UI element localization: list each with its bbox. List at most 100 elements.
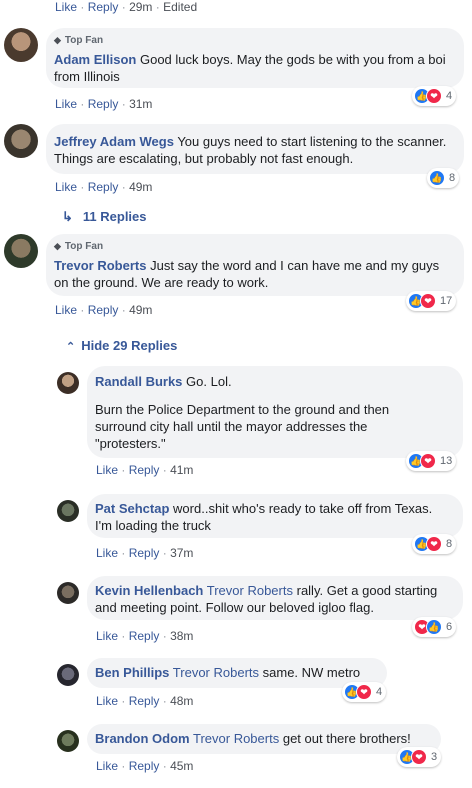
timestamp: 37m <box>170 546 194 560</box>
avatar[interactable] <box>57 500 79 522</box>
reply-text: Ben Phillips Trevor Roberts same. NW met… <box>95 664 360 681</box>
reply-bubble: Randall Burks Go. Lol. Burn the Police D… <box>87 366 463 458</box>
reaction-count: 8 <box>449 172 456 184</box>
author-name[interactable]: Pat Sehctap <box>95 501 169 516</box>
comment-text: Trevor Roberts Just say the word and I c… <box>54 257 454 291</box>
like-icon: 👍 <box>429 170 445 186</box>
like-link[interactable]: Like <box>96 463 118 477</box>
timestamp: 38m <box>170 629 194 643</box>
reaction-count: 17 <box>440 295 453 307</box>
timestamp: 31m <box>129 97 153 111</box>
reaction-count: 13 <box>440 455 453 467</box>
reaction-count: 4 <box>376 686 383 698</box>
reply-link[interactable]: Reply <box>129 694 160 708</box>
top-comment-meta: Like · Reply · 29m · Edited <box>55 0 198 14</box>
reaction-summary[interactable]: 👍 ❤ 8 <box>412 534 457 554</box>
heart-icon: ❤ <box>426 536 442 552</box>
reaction-summary[interactable]: 👍 ❤ 17 <box>406 291 457 311</box>
author-name[interactable]: Randall Burks <box>95 374 182 389</box>
reply-bubble: Brandon Odom Trevor Roberts get out ther… <box>87 724 441 754</box>
heart-icon: ❤ <box>356 684 372 700</box>
reply-link[interactable]: Reply <box>88 0 119 14</box>
reply-meta: Like · Reply · 38m <box>96 629 194 643</box>
reaction-count: 3 <box>431 751 438 763</box>
reply-bubble: Pat Sehctap word..shit who's ready to ta… <box>87 494 463 538</box>
hide-replies-link[interactable]: ⌃ Hide 29 Replies <box>66 338 177 353</box>
reply-text: Kevin Hellenbach Trevor Roberts rally. G… <box>95 582 455 616</box>
reply-link[interactable]: Reply <box>129 546 160 560</box>
comment-bubble: Top Fan Trevor Roberts Just say the word… <box>46 234 464 296</box>
chevron-up-icon: ⌃ <box>66 341 76 353</box>
like-link[interactable]: Like <box>96 759 118 773</box>
reaction-summary[interactable]: 👍 ❤ 3 <box>397 747 442 767</box>
author-name[interactable]: Brandon Odom <box>95 731 190 746</box>
reply-link[interactable]: Reply <box>88 303 119 317</box>
timestamp: 41m <box>170 463 194 477</box>
avatar[interactable] <box>57 372 79 394</box>
view-replies-link[interactable]: ↳ 11 Replies <box>62 209 147 225</box>
reply-link[interactable]: Reply <box>88 97 119 111</box>
reaction-count: 8 <box>446 538 453 550</box>
author-name[interactable]: Adam Ellison <box>54 52 136 67</box>
reply-text: Brandon Odom Trevor Roberts get out ther… <box>95 730 411 747</box>
author-name[interactable]: Kevin Hellenbach <box>95 583 203 598</box>
comment-text: Jeffrey Adam Wegs You guys need to start… <box>54 133 456 167</box>
reaction-summary[interactable]: 👍 ❤ 13 <box>406 451 457 471</box>
comment-meta: Like · Reply · 31m <box>55 97 153 111</box>
reaction-count: 6 <box>446 621 453 633</box>
reply-link[interactable]: Reply <box>129 629 160 643</box>
heart-icon: ❤ <box>411 749 427 765</box>
reply-link[interactable]: Reply <box>129 759 160 773</box>
like-icon: 👍 <box>426 619 442 635</box>
reaction-summary[interactable]: 👍 8 <box>427 168 460 188</box>
reply-link[interactable]: Reply <box>88 180 119 194</box>
like-link[interactable]: Like <box>96 546 118 560</box>
mention-tag[interactable]: Trevor Roberts <box>207 583 293 598</box>
avatar[interactable] <box>57 730 79 752</box>
timestamp: 45m <box>170 759 194 773</box>
reply-meta: Like · Reply · 48m <box>96 694 194 708</box>
avatar[interactable] <box>4 234 38 268</box>
like-link[interactable]: Like <box>55 0 77 14</box>
avatar[interactable] <box>57 582 79 604</box>
top-fan-badge: Top Fan <box>54 241 103 252</box>
reaction-summary[interactable]: 👍 ❤ 4 <box>412 86 457 106</box>
timestamp: 49m <box>129 303 153 317</box>
author-name[interactable]: Jeffrey Adam Wegs <box>54 134 174 149</box>
heart-icon: ❤ <box>420 293 436 309</box>
reaction-summary[interactable]: ❤ 👍 6 <box>412 617 457 637</box>
like-link[interactable]: Like <box>55 303 77 317</box>
edited-label: Edited <box>163 0 198 14</box>
mention-tag[interactable]: Trevor Roberts <box>193 731 279 746</box>
reply-bubble: Kevin Hellenbach Trevor Roberts rally. G… <box>87 576 463 620</box>
timestamp: 49m <box>129 180 153 194</box>
avatar[interactable] <box>57 664 79 686</box>
author-name[interactable]: Ben Phillips <box>95 665 169 680</box>
reaction-count: 4 <box>446 90 453 102</box>
timestamp: 48m <box>170 694 194 708</box>
reply-text: Randall Burks Go. Lol. <box>95 373 455 390</box>
reply-body-paragraph: Burn the Police Department to the ground… <box>95 402 390 451</box>
like-link[interactable]: Like <box>96 694 118 708</box>
reply-text: Pat Sehctap word..shit who's ready to ta… <box>95 500 435 534</box>
avatar[interactable] <box>4 124 38 158</box>
avatar[interactable] <box>4 28 38 62</box>
reply-arrow-icon: ↳ <box>62 209 73 224</box>
reply-body: Go. Lol. <box>186 374 232 389</box>
like-link[interactable]: Like <box>55 180 77 194</box>
comment-bubble: Jeffrey Adam Wegs You guys need to start… <box>46 124 464 174</box>
reply-body: get out there brothers! <box>282 731 411 746</box>
reply-meta: Like · Reply · 37m <box>96 546 194 560</box>
heart-icon: ❤ <box>420 453 436 469</box>
top-fan-badge: Top Fan <box>54 35 103 46</box>
author-name[interactable]: Trevor Roberts <box>54 258 146 273</box>
like-link[interactable]: Like <box>55 97 77 111</box>
timestamp: 29m <box>129 0 153 14</box>
reply-link[interactable]: Reply <box>129 463 160 477</box>
reaction-summary[interactable]: 👍 ❤ 4 <box>342 682 387 702</box>
like-link[interactable]: Like <box>96 629 118 643</box>
comment-meta: Like · Reply · 49m <box>55 303 153 317</box>
heart-icon: ❤ <box>426 88 442 104</box>
reply-body: same. NW metro <box>262 665 361 680</box>
mention-tag[interactable]: Trevor Roberts <box>173 665 259 680</box>
